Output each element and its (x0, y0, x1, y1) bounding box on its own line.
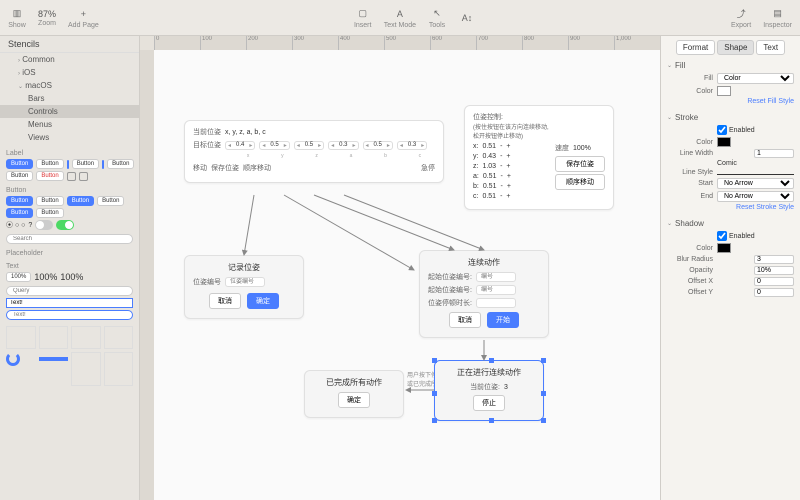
text-style-button[interactable]: A↕ (458, 11, 476, 25)
tab-text[interactable]: Text (756, 40, 785, 55)
shadow-section: ⌄Shadow Enabled Color Blur Radius Opacit… (667, 219, 794, 297)
export-icon: ⤴ (732, 7, 750, 21)
done-panel[interactable]: 已完成所有动作 确定 (304, 370, 404, 418)
shadow-enabled-check[interactable] (717, 231, 727, 241)
insert-button[interactable]: ▢ Insert (354, 7, 372, 29)
font-icon: A↕ (458, 11, 476, 25)
palette-misc (6, 326, 133, 386)
palette-text-search[interactable] (6, 310, 133, 320)
stencils-panel: Stencils › Common › iOS ⌄ macOS Bars Con… (0, 36, 140, 500)
fill-section: ⌄Fill FillColor Color Reset Fill Style (667, 61, 794, 105)
offset-x-input[interactable] (754, 277, 794, 286)
palette-checkbox[interactable] (102, 160, 104, 169)
zoom-control[interactable]: 87% Zoom (38, 9, 56, 27)
add-page-button[interactable]: + Add Page (68, 7, 99, 29)
palette-query[interactable] (6, 286, 133, 296)
palette-search[interactable] (6, 234, 133, 244)
line-width-input[interactable] (754, 149, 794, 158)
continuous-panel[interactable]: 连续动作 起始位姿编号: 起始位姿编号: 位姿停顿时长: 取消 开始 (419, 250, 549, 338)
stepper-x[interactable]: ◂0.4▸ (225, 141, 255, 150)
palette-button[interactable]: Button (6, 159, 33, 169)
palette-checkbox[interactable] (67, 160, 69, 169)
blur-input[interactable] (754, 255, 794, 264)
canvas-area[interactable]: 0100200 300400500 600700800 9001,000 当前位… (140, 36, 660, 500)
stroke-color-swatch[interactable] (717, 137, 731, 147)
arrow-start-select[interactable]: No Arrow (717, 178, 794, 189)
ctrl-save-button[interactable]: 保存位姿 (555, 156, 605, 172)
text-icon: A (391, 7, 409, 21)
tools-button[interactable]: ↖ Tools (428, 7, 446, 29)
ruler-vertical (140, 50, 154, 500)
running-panel[interactable]: 正在进行连续动作 当前位姿:3 停止 (434, 360, 544, 421)
stepper-a[interactable]: ◂0.3▸ (328, 141, 358, 150)
canvas[interactable]: 当前位姿 x, y, z, a, b, c 目标位姿 ◂0.4▸ ◂0.5▸ ◂… (154, 50, 660, 500)
control-panel[interactable]: 位姿控制: (按住按钮在该方向连续移动, 松开按钮停止移动) x:0.51-+ … (464, 105, 614, 210)
done-confirm-button[interactable]: 确定 (338, 392, 370, 408)
reset-fill-link[interactable]: Reset Fill Style (667, 98, 794, 105)
cont-start-button[interactable]: 开始 (487, 312, 519, 328)
record-cancel-button[interactable]: 取消 (209, 293, 241, 309)
palette-button[interactable]: Button (36, 159, 63, 169)
fill-type-select[interactable]: Color (717, 73, 794, 84)
pose-panel[interactable]: 当前位姿 x, y, z, a, b, c 目标位姿 ◂0.4▸ ◂0.5▸ ◂… (184, 120, 444, 183)
record-confirm-button[interactable]: 确定 (247, 293, 279, 309)
tab-shape[interactable]: Shape (717, 40, 754, 55)
opacity-input[interactable] (754, 266, 794, 275)
palette-text-input[interactable] (6, 298, 133, 308)
sidebar-icon: ▥ (8, 7, 26, 21)
stepper-b[interactable]: ◂0.5▸ (363, 141, 393, 150)
shadow-color-swatch[interactable] (717, 243, 731, 253)
line-style-select[interactable] (717, 174, 794, 175)
stencils-header: Stencils (0, 36, 139, 53)
stroke-enabled-check[interactable] (717, 125, 727, 135)
record-pose-panel[interactable]: 记录位姿 位姿编号 取消 确定 (184, 255, 304, 319)
arrow-icon: ↖ (428, 7, 446, 21)
palette: Label Button Button Button Button Button… (0, 144, 139, 398)
show-button[interactable]: ▥ Show (8, 7, 26, 29)
tab-format[interactable]: Format (676, 40, 715, 55)
tree-item-controls[interactable]: Controls (0, 105, 139, 118)
inspector-button[interactable]: ▤ Inspector (763, 7, 792, 29)
stepper-y[interactable]: ◂0.5▸ (259, 141, 289, 150)
move-button[interactable]: 移动 (193, 163, 207, 173)
stroke-section: ⌄Stroke Enabled Color Line Width Comic L… (667, 113, 794, 211)
inspector-panel: Format Shape Text ⌄Fill FillColor Color … (660, 36, 800, 500)
estop-button[interactable]: 急停 (421, 163, 435, 173)
export-button[interactable]: ⤴ Export (731, 7, 751, 29)
palette-toggle[interactable] (56, 220, 74, 230)
insert-icon: ▢ (354, 7, 372, 21)
running-stop-button[interactable]: 停止 (473, 395, 505, 411)
stepper-z[interactable]: ◂0.5▸ (294, 141, 324, 150)
tree-item-common[interactable]: › Common (0, 53, 139, 66)
palette-toggle[interactable] (35, 220, 53, 230)
tree-item-views[interactable]: Views (0, 131, 139, 144)
offset-y-input[interactable] (754, 288, 794, 297)
seq-move-button[interactable]: 顺序移动 (243, 163, 271, 173)
reset-stroke-link[interactable]: Reset Stroke Style (667, 204, 794, 211)
tree-item-macos[interactable]: ⌄ macOS (0, 79, 139, 92)
fill-color-swatch[interactable] (717, 86, 731, 96)
toolbar: ▥ Show 87% Zoom + Add Page ▢ Insert A Te… (0, 0, 800, 36)
text-mode-button[interactable]: A Text Mode (384, 7, 416, 29)
arrow-end-select[interactable]: No Arrow (717, 191, 794, 202)
ruler-horizontal: 0100200 300400500 600700800 9001,000 (154, 36, 660, 50)
cont-cancel-button[interactable]: 取消 (449, 312, 481, 328)
stepper-c[interactable]: ◂0.3▸ (397, 141, 427, 150)
tree-item-bars[interactable]: Bars (0, 92, 139, 105)
tree-item-ios[interactable]: › iOS (0, 66, 139, 79)
inspector-icon: ▤ (769, 7, 787, 21)
tree-item-menus[interactable]: Menus (0, 118, 139, 131)
plus-icon: + (74, 7, 92, 21)
ctrl-seq-button[interactable]: 顺序移动 (555, 174, 605, 190)
save-pose-button[interactable]: 保存位姿 (211, 163, 239, 173)
